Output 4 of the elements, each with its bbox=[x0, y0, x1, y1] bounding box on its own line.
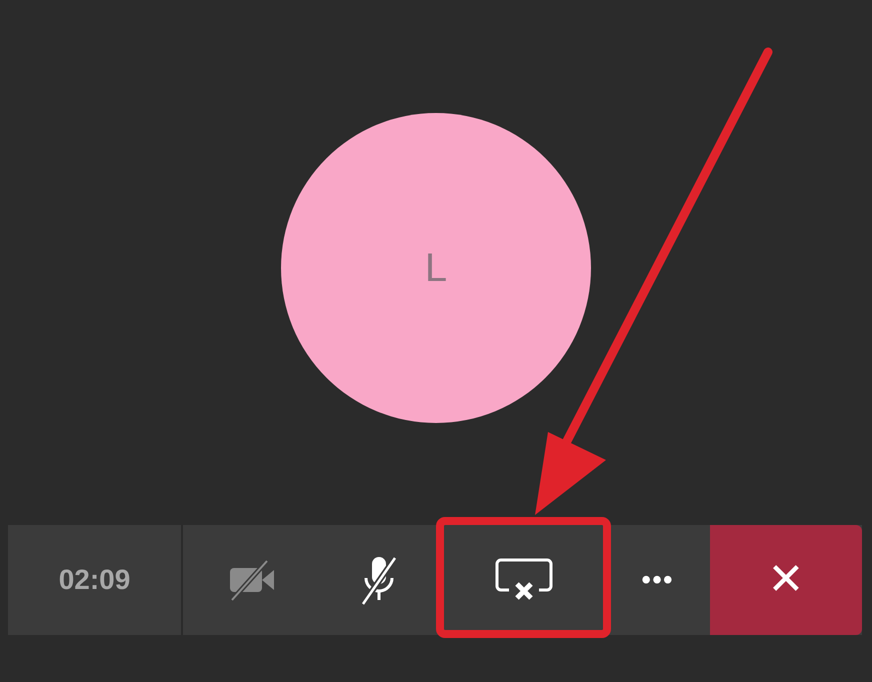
call-timer: 02:09 bbox=[8, 525, 183, 635]
more-options-button[interactable]: ••• bbox=[610, 525, 705, 635]
hang-up-button[interactable]: ✕ bbox=[710, 525, 862, 635]
avatar-initial: L bbox=[424, 244, 448, 292]
